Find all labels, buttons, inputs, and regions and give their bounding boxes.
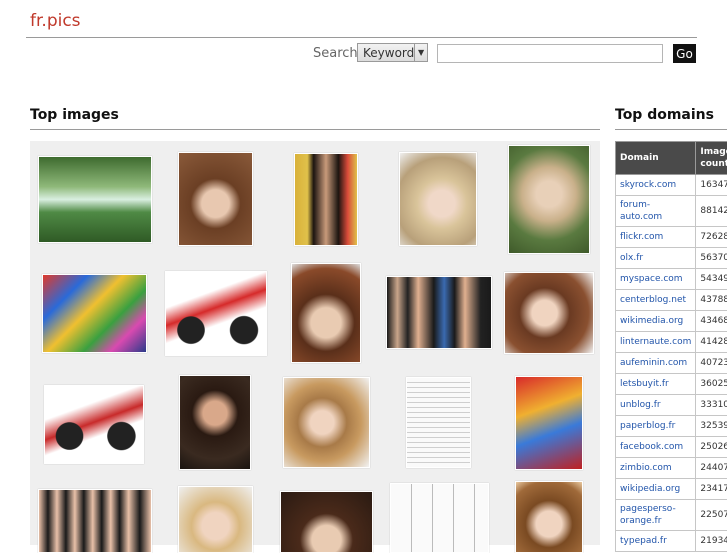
domain-link[interactable]: forum-auto.com (616, 196, 696, 227)
domain-link[interactable]: centerblog.net (616, 290, 696, 311)
image-thumbnail[interactable] (294, 153, 358, 246)
domain-link[interactable]: myspace.com (616, 269, 696, 290)
table-row: facebook.com25026 (616, 437, 727, 458)
table-row: paperblog.fr32539 (616, 416, 727, 437)
image-thumbnail[interactable] (515, 376, 583, 470)
image-count: 40723 (696, 353, 727, 374)
column-header-domain: Domain (616, 142, 696, 175)
site-logo[interactable]: fr.pics (30, 11, 81, 31)
image-thumbnail[interactable] (399, 152, 477, 246)
top-domains-table: Domain Images count skyrock.com163474 fo… (615, 141, 727, 552)
image-count: 36025 (696, 374, 727, 395)
domain-link[interactable]: skyrock.com (616, 175, 696, 196)
domain-link[interactable]: linternaute.com (616, 332, 696, 353)
search-label: Search (313, 46, 358, 61)
image-count: 25026 (696, 437, 727, 458)
search-input[interactable] (437, 44, 663, 63)
image-count: 43788 (696, 290, 727, 311)
table-row: pagesperso-orange.fr22507 (616, 500, 727, 531)
top-domains-divider (615, 129, 727, 130)
image-count: 32539 (696, 416, 727, 437)
domain-link[interactable]: wikimedia.org (616, 311, 696, 332)
image-thumbnail[interactable] (386, 276, 492, 349)
image-count: 24407 (696, 458, 727, 479)
table-row: skyrock.com163474 (616, 175, 727, 196)
table-row: linternaute.com41428 (616, 332, 727, 353)
image-count: 33310 (696, 395, 727, 416)
image-thumbnail[interactable] (504, 272, 594, 354)
image-thumbnail[interactable] (515, 481, 583, 553)
domain-link[interactable]: zimbio.com (616, 458, 696, 479)
header-divider (26, 37, 697, 38)
table-row: centerblog.net43788 (616, 290, 727, 311)
go-button[interactable]: Go (673, 44, 696, 63)
image-count: 54349 (696, 269, 727, 290)
image-thumbnail[interactable] (406, 377, 471, 468)
table-row: olx.fr56370 (616, 248, 727, 269)
table-row: letsbuyit.fr36025 (616, 374, 727, 395)
table-row: myspace.com54349 (616, 269, 727, 290)
domain-link[interactable]: letsbuyit.fr (616, 374, 696, 395)
table-row: wikimedia.org43468 (616, 311, 727, 332)
table-row: forum-auto.com88142 (616, 196, 727, 227)
domain-link[interactable]: facebook.com (616, 437, 696, 458)
table-row: aufeminin.com40723 (616, 353, 727, 374)
image-count: 56370 (696, 248, 727, 269)
image-count: 41428 (696, 332, 727, 353)
domain-link[interactable]: pagesperso-orange.fr (616, 500, 696, 531)
image-thumbnail[interactable] (165, 271, 267, 356)
table-row: zimbio.com24407 (616, 458, 727, 479)
image-count: 43468 (696, 311, 727, 332)
domain-link[interactable]: olx.fr (616, 248, 696, 269)
domain-link[interactable]: flickr.com (616, 227, 696, 248)
image-thumbnail[interactable] (280, 491, 373, 553)
image-thumbnail[interactable] (283, 377, 370, 468)
image-thumbnail[interactable] (178, 152, 253, 246)
image-count: 163474 (696, 175, 727, 196)
image-thumbnail[interactable] (179, 375, 251, 470)
top-images-title: Top images (30, 107, 119, 123)
table-row: unblog.fr33310 (616, 395, 727, 416)
image-thumbnail[interactable] (38, 156, 152, 243)
image-thumbnail[interactable] (508, 145, 590, 254)
image-thumbnail[interactable] (390, 483, 489, 553)
search-type-value: Keyword (358, 46, 414, 60)
domain-link[interactable]: typepad.fr (616, 531, 696, 552)
search-type-select[interactable]: Keyword ▼ (357, 43, 428, 62)
domain-link[interactable]: unblog.fr (616, 395, 696, 416)
image-thumbnail[interactable] (38, 489, 152, 553)
image-thumbnail[interactable] (42, 274, 147, 353)
image-count: 72628 (696, 227, 727, 248)
image-count: 21934 (696, 531, 727, 552)
domain-link[interactable]: aufeminin.com (616, 353, 696, 374)
image-count: 88142 (696, 196, 727, 227)
chevron-down-icon: ▼ (414, 44, 427, 61)
table-row: wikipedia.org23417 (616, 479, 727, 500)
image-count: 22507 (696, 500, 727, 531)
image-thumbnail[interactable] (291, 263, 361, 363)
top-images-divider (30, 129, 600, 130)
image-count: 23417 (696, 479, 727, 500)
table-row: typepad.fr21934 (616, 531, 727, 552)
domain-link[interactable]: wikipedia.org (616, 479, 696, 500)
image-thumbnail[interactable] (178, 486, 253, 553)
column-header-count: Images count (696, 142, 727, 175)
image-thumbnail[interactable] (44, 385, 144, 464)
table-row: flickr.com72628 (616, 227, 727, 248)
image-gallery (30, 141, 600, 545)
domain-link[interactable]: paperblog.fr (616, 416, 696, 437)
top-domains-title: Top domains (615, 107, 714, 123)
